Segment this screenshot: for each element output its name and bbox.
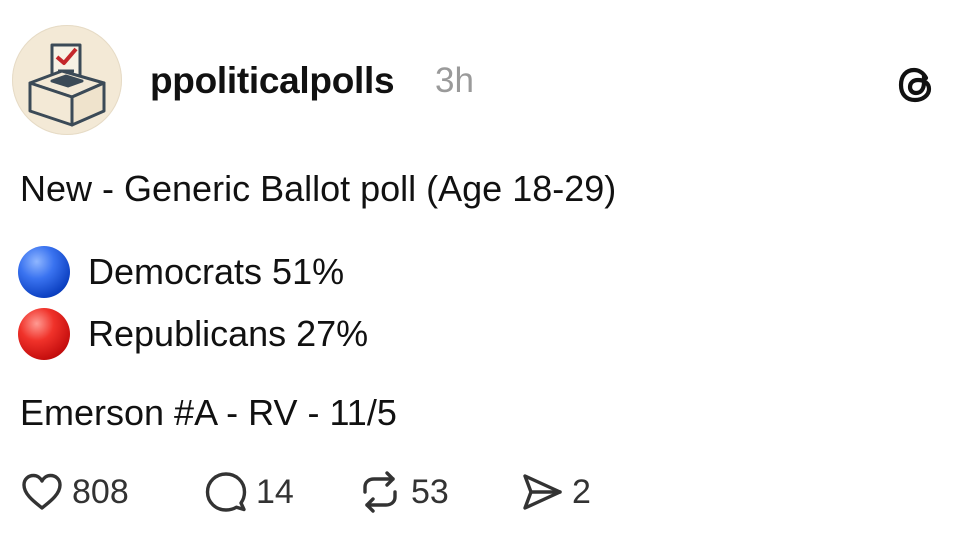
red-circle-icon [18, 308, 70, 360]
post-source: Emerson #A - RV - 11/5 [20, 392, 397, 433]
username[interactable]: ppoliticalpolls [150, 58, 395, 104]
reply-button[interactable]: 14 [204, 466, 294, 518]
repost-button[interactable]: 53 [357, 466, 449, 518]
avatar[interactable] [12, 25, 122, 135]
send-icon [523, 474, 562, 510]
result-democrats: Democrats 51% [88, 251, 345, 292]
post-headline: New - Generic Ballot poll (Age 18-29) [20, 168, 617, 209]
comment-bubble-icon [205, 472, 247, 512]
share-count: 2 [572, 473, 591, 511]
repost-count: 53 [411, 473, 449, 511]
threads-logo-icon[interactable] [896, 64, 938, 106]
like-button[interactable]: 808 [20, 466, 129, 518]
heart-icon [22, 473, 62, 510]
ballot-box-icon [28, 43, 106, 127]
like-count: 808 [72, 473, 129, 511]
post-timestamp: 3h [435, 61, 474, 100]
threads-post: ppoliticalpolls 3h New - Generic Ballot … [0, 0, 954, 544]
share-button[interactable]: 2 [520, 466, 591, 518]
repost-icon [363, 471, 397, 513]
result-republicans: Republicans 27% [88, 313, 369, 354]
reply-count: 14 [256, 473, 294, 511]
blue-circle-icon [18, 246, 70, 298]
